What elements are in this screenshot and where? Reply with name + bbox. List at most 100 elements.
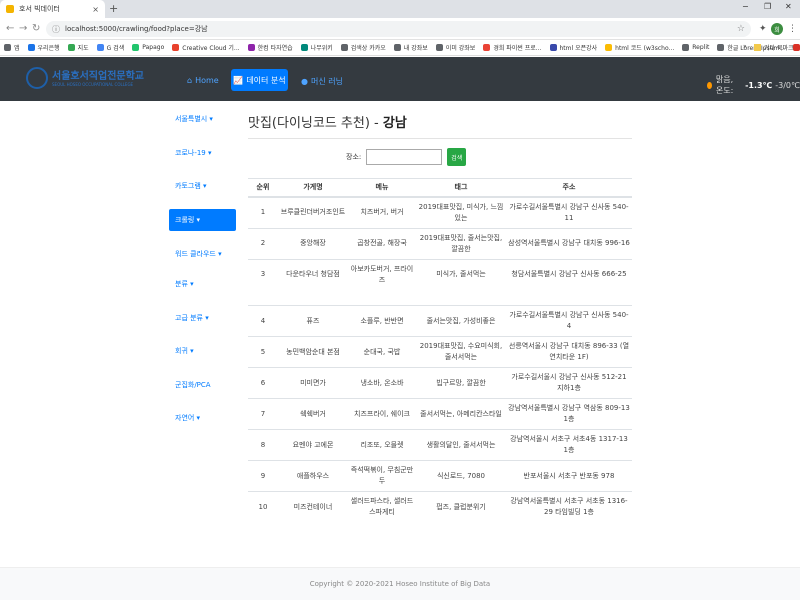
url-text: localhost:5000/crawling/food?place=강남	[65, 25, 208, 33]
other-bookmarks-folder[interactable]: 기타 북마크	[754, 43, 794, 52]
sidebar-item[interactable]: 서울특별시 ▾	[169, 108, 236, 130]
column-header-menu: 메뉴	[348, 178, 416, 198]
cell-rank: 5	[248, 336, 278, 368]
forward-arrow-icon[interactable]: →	[19, 23, 27, 34]
bookmark-favicon-icon	[132, 44, 140, 51]
back-arrow-icon[interactable]: ←	[6, 23, 14, 34]
logo-english-text: SEOUL HOSEO OCCUPATIONAL COLLEGE	[52, 82, 134, 87]
bookmark-label: 우리은행	[37, 45, 60, 52]
bookmark-label: 지도	[77, 45, 89, 52]
temperature-range: -3/0℃	[775, 80, 800, 90]
sidebar-item[interactable]: 워드 클라우드 ▾	[169, 243, 236, 265]
cell-rank: 3	[248, 258, 278, 290]
column-header-name: 가게명	[278, 178, 348, 198]
bookmark-item[interactable]: 내 강좌보	[393, 43, 428, 52]
restaurant-table-bottom: 4 퓨즈 소플루, 반반면 줄서는맛집, 가성비좋은 가로수길서울특별시 강남구 신사동…	[248, 305, 632, 522]
cell-rank: 1	[248, 196, 278, 228]
nav-home-label: Home	[195, 76, 219, 85]
bookmark-item[interactable]: Creative Cloud 기...	[172, 43, 240, 52]
sidebar-item[interactable]: 군집화/PCA	[169, 374, 236, 396]
school-emblem-icon	[26, 67, 48, 89]
bookmark-item[interactable]: Papago	[132, 44, 164, 51]
window-minimize-button[interactable]: −	[742, 2, 749, 11]
cell-address: 강남역서울시 서초구 서초4동 1317-13 1층	[506, 429, 632, 461]
cell-address: 반포서울시 서초구 반포동 978	[506, 460, 632, 492]
logo-korean-text: 서울호서직업전문학교	[52, 71, 144, 82]
bookmark-favicon-icon	[435, 44, 443, 51]
window-close-button[interactable]: ✕	[785, 2, 792, 11]
tab-close-icon[interactable]: ×	[92, 5, 99, 14]
url-field[interactable]: ⓘ localhost:5000/crawling/food?place=강남 …	[46, 21, 751, 37]
cell-tags: 생활의달인, 줄서서먹는	[416, 429, 506, 461]
nav-home-link[interactable]: ⌂ Home	[187, 76, 219, 85]
cell-address: 청담서울특별시 강남구 신사동 666-25	[506, 258, 632, 290]
bookmark-label: html 오픈강사	[559, 45, 598, 52]
sidebar-item[interactable]: 카토그램 ▾	[169, 175, 236, 197]
sidebar-item[interactable]: 분류 ▾	[169, 273, 236, 295]
bookmark-item[interactable]: G 검색	[96, 43, 124, 52]
browser-tab[interactable]: 호서 빅데이터 ×	[0, 0, 105, 18]
profile-avatar[interactable]: 희	[771, 23, 783, 35]
bookmark-item[interactable]: 지도	[67, 43, 89, 52]
bookmark-item[interactable]: 검색상 카카오	[340, 43, 386, 52]
search-button[interactable]: 검색	[447, 148, 467, 166]
cell-name: 다운타우너 청담점	[278, 258, 348, 290]
site-favicon-icon	[6, 5, 14, 13]
nav-machine-learning-link[interactable]: ● 머신 러닝	[301, 76, 343, 87]
title-divider	[248, 138, 632, 139]
bookmark-item[interactable]: 나무위키	[300, 43, 333, 52]
ml-icon: ●	[301, 77, 308, 86]
sidebar-item[interactable]: 자연어 ▾	[169, 407, 236, 429]
bookmark-favicon-icon	[4, 44, 11, 51]
page-footer: Copyright © 2020-2021 Hoseo Institute of…	[0, 567, 800, 600]
bookmark-item[interactable]: 이미 강좌보	[435, 43, 475, 52]
bookmark-item[interactable]: html 오픈강사	[549, 43, 598, 52]
bookmark-favicon-icon	[300, 44, 308, 51]
extensions-icon[interactable]: ✦	[759, 24, 767, 34]
cell-tags: 식신로드, 7080	[416, 460, 506, 492]
reload-icon[interactable]: ↻	[32, 23, 40, 34]
school-logo[interactable]: 서울호서직업전문학교 SEOUL HOSEO OCCUPATIONAL COLL…	[26, 65, 146, 95]
sidebar-item[interactable]: 크롤링 ▾	[169, 209, 236, 231]
bookmark-item[interactable]: 우리은행	[27, 43, 60, 52]
bookmark-star-icon[interactable]: ☆	[737, 24, 745, 34]
bookmark-item[interactable]: html 코드 (w3scho...	[605, 43, 674, 52]
window-restore-button[interactable]: ❐	[764, 2, 771, 11]
bookmark-favicon-icon	[340, 44, 348, 51]
cell-rank: 7	[248, 398, 278, 430]
cell-address: 가로수길서울특별시 강남구 신사동 540-4	[506, 305, 632, 337]
site-info-icon[interactable]: ⓘ	[52, 24, 60, 35]
cell-rank: 9	[248, 460, 278, 492]
cell-name: 중앙해장	[278, 227, 348, 259]
cell-tags: 미식가, 줄서먹는	[416, 258, 506, 290]
cell-rank: 10	[248, 491, 278, 522]
column-header-tags: 태그	[416, 178, 506, 198]
cell-address: 강남역서울특별시 강남구 역삼동 809-13 1층	[506, 398, 632, 430]
bookmark-label: 내 강좌보	[403, 45, 428, 52]
cell-menu: 샐러드파스타, 샐러드스파게티	[348, 491, 416, 522]
chart-icon: 📈	[233, 75, 244, 85]
bookmarks-overflow-icon[interactable]: »	[743, 43, 747, 50]
bookmark-item[interactable]: Replit	[682, 44, 709, 51]
bookmark-item[interactable]: 한컴 타자연습	[247, 43, 293, 52]
cell-name: 쉑쉑버거	[278, 398, 348, 430]
bookmark-item[interactable]: 앱	[4, 43, 20, 52]
place-search-input[interactable]	[366, 149, 443, 165]
bookmark-favicon-icon	[717, 44, 725, 51]
nav-data-analysis-link[interactable]: 📈 데이터 분석	[231, 69, 288, 91]
new-tab-button[interactable]: +	[109, 2, 118, 15]
sidebar-item[interactable]: 회귀 ▾	[169, 340, 236, 362]
sidebar-item[interactable]: 고급 분류 ▾	[169, 307, 236, 329]
bookmark-item[interactable]: ppt	[793, 44, 800, 51]
browser-menu-icon[interactable]: ⋮	[788, 24, 797, 34]
cell-menu: 곱창전골, 해장국	[348, 227, 416, 259]
cell-name: 애플하우스	[278, 460, 348, 492]
bookmark-item[interactable]: 경희 파이썬 프로...	[483, 43, 542, 52]
sidebar-item[interactable]: 코로나-19 ▾	[169, 142, 236, 164]
bookmark-label: Replit	[692, 44, 710, 51]
page-title-prefix: 맛집(다이닝코드 추천) -	[248, 116, 383, 131]
cell-name: 브루클린더버거조인트	[278, 196, 348, 228]
bookmark-favicon-icon	[172, 44, 180, 51]
cell-tags: 줄서는맛집, 가성비좋은	[416, 305, 506, 337]
column-header-address: 주소	[506, 178, 632, 198]
